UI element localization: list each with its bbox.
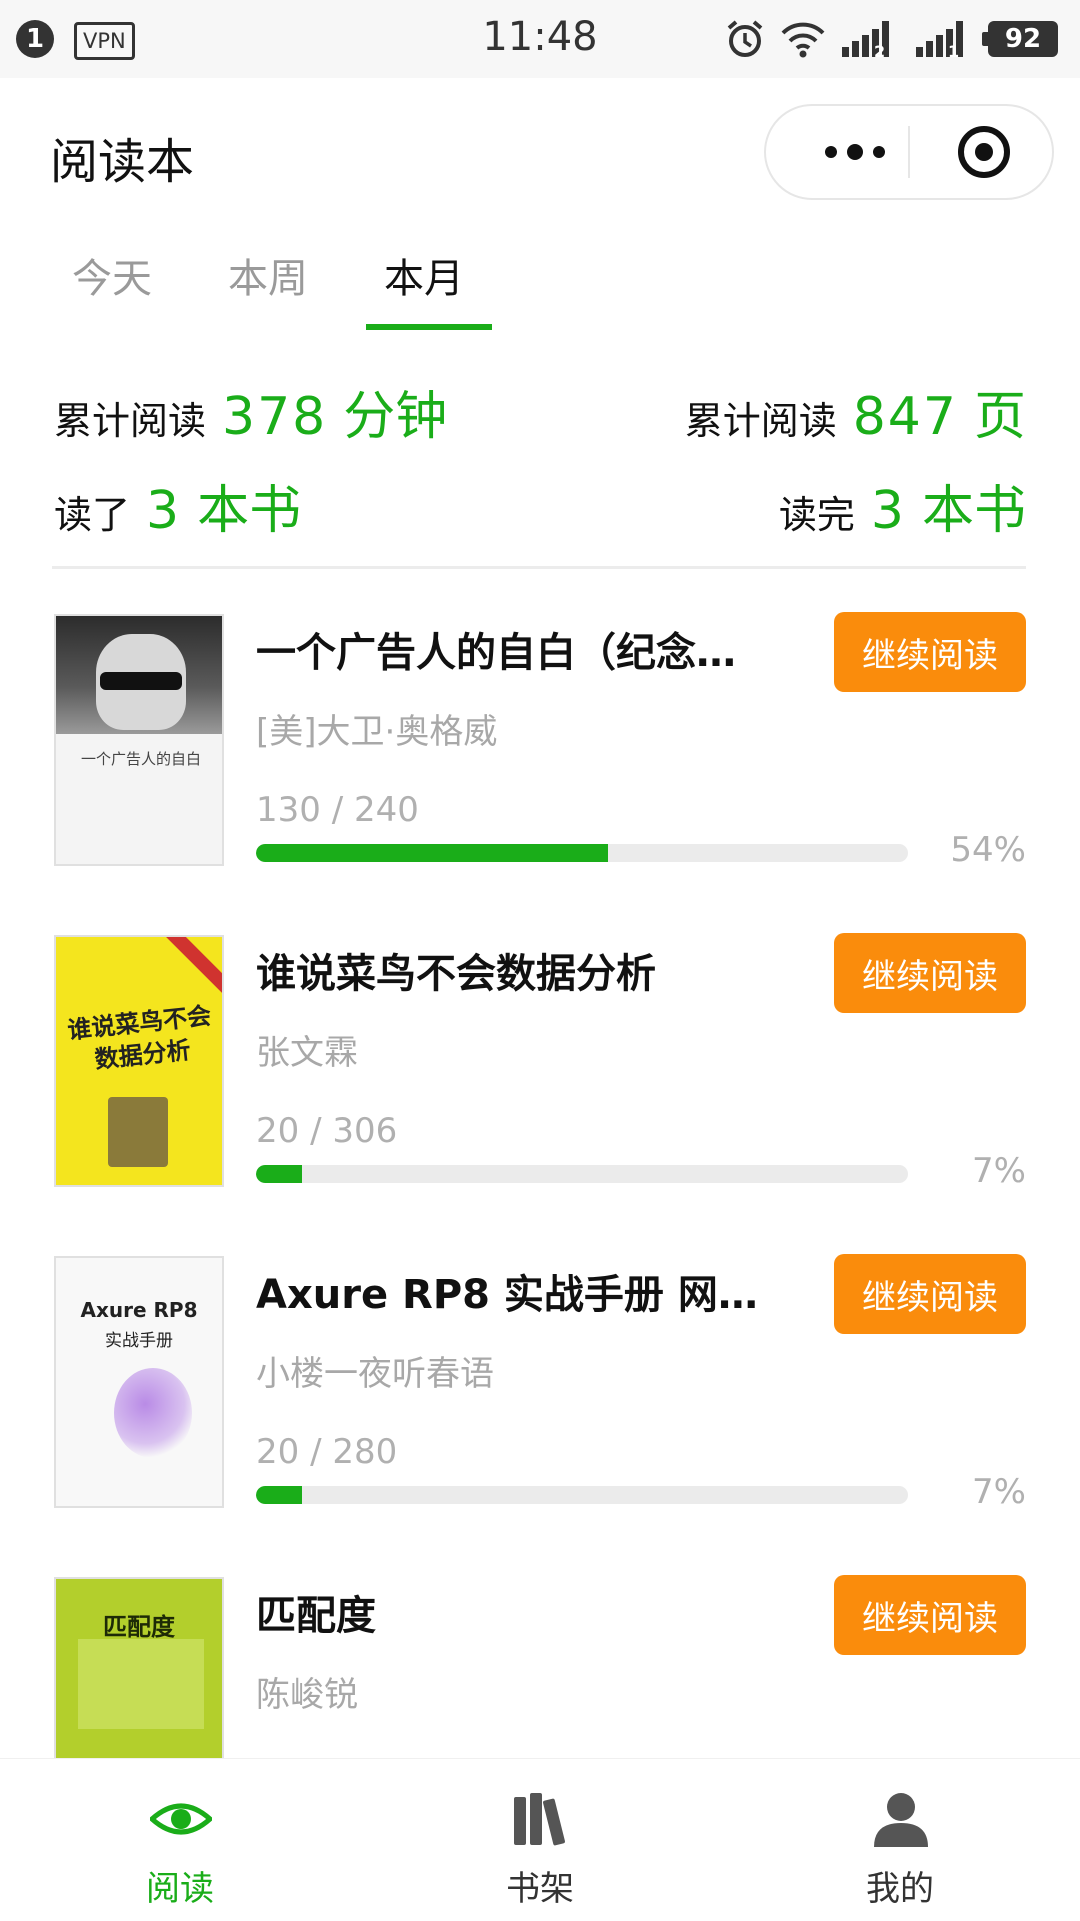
- capsule-divider: [908, 126, 910, 178]
- progress-bar: [256, 1486, 908, 1504]
- book-title[interactable]: 匹配度: [256, 1583, 776, 1641]
- book-pages: 20 / 306: [256, 1111, 398, 1151]
- status-icons: 2 1 92: [724, 16, 1058, 62]
- book-title[interactable]: 一个广告人的自白（纪念…: [256, 620, 776, 678]
- book-author: 张文霖: [256, 1033, 358, 1073]
- book-pages: 20 / 280: [256, 1432, 398, 1472]
- book-author: 陈峻锐: [256, 1675, 358, 1715]
- bottom-tab-bar: 阅读 书架 我的: [0, 1758, 1080, 1921]
- tabbar-label: 书架: [506, 1869, 574, 1909]
- period-tabs: 今天 本周 本月: [0, 224, 1080, 334]
- signal-sim-2-icon: 2: [840, 19, 900, 61]
- tab-this-week[interactable]: 本周: [228, 246, 308, 304]
- progress-bar: [256, 844, 908, 862]
- navigation-header: 阅读本: [0, 78, 1080, 224]
- alarm-icon: [727, 20, 763, 57]
- continue-reading-button[interactable]: 继续阅读: [834, 612, 1026, 692]
- tabbar-label: 我的: [866, 1869, 934, 1909]
- stat-books-finished-unit: 本书: [921, 481, 1026, 541]
- progress-percent: 7%: [972, 1472, 1026, 1512]
- book-item[interactable]: 谁说菜鸟不会数据分析 谁说菜鸟不会数据分析 张文霖 20 / 306 7% 继续…: [0, 891, 1080, 1211]
- book-title[interactable]: 谁说菜鸟不会数据分析: [256, 941, 776, 999]
- active-tab-indicator: [366, 324, 492, 330]
- page-title: 阅读本: [50, 134, 195, 190]
- tabbar-item-bookshelf[interactable]: 书架: [360, 1759, 720, 1921]
- tab-today[interactable]: 今天: [72, 246, 152, 304]
- stat-books-read-value: 3: [146, 481, 182, 541]
- book-item[interactable]: Axure RP8 实战手册 Axure RP8 实战手册 网… 小楼一夜听春语…: [0, 1212, 1080, 1532]
- tab-this-month[interactable]: 本月: [384, 246, 464, 304]
- battery-icon: 92: [982, 21, 1058, 57]
- book-cover[interactable]: 一个广告人的自白: [54, 614, 224, 866]
- book-list[interactable]: 一个广告人的自白 一个广告人的自白（纪念… [美]大卫·奥格威 130 / 24…: [0, 570, 1080, 1758]
- status-bar: 1 VPN 11:48 2 1 92: [0, 0, 1080, 78]
- stat-read-time-label: 累计阅读: [54, 399, 207, 443]
- continue-reading-button[interactable]: 继续阅读: [834, 1254, 1026, 1334]
- progress-fill: [256, 1486, 302, 1504]
- progress-fill: [256, 1165, 302, 1183]
- bookshelf-icon: [514, 1793, 565, 1846]
- stat-books-finished-value: 3: [870, 481, 906, 541]
- progress-percent: 7%: [972, 1151, 1026, 1191]
- book-pages: 130 / 240: [256, 790, 419, 830]
- book-cover[interactable]: 谁说菜鸟不会数据分析: [54, 935, 224, 1187]
- stat-pages-value: 847: [852, 387, 958, 447]
- stat-pages: 累计阅读 847 页: [685, 374, 1026, 449]
- book-cover[interactable]: 匹配度: [54, 1577, 224, 1758]
- book-item[interactable]: 匹配度 匹配度 陈峻锐 继续阅读: [0, 1533, 1080, 1758]
- continue-reading-button[interactable]: 继续阅读: [834, 933, 1026, 1013]
- svg-text:1: 1: [948, 42, 959, 59]
- book-item[interactable]: 一个广告人的自白 一个广告人的自白（纪念… [美]大卫·奥格威 130 / 24…: [0, 570, 1080, 890]
- stat-books-read-label: 读了: [54, 493, 131, 537]
- stat-books-read-unit: 本书: [197, 481, 302, 541]
- eye-icon: [150, 1803, 212, 1835]
- stat-pages-unit: 页: [973, 387, 1026, 447]
- stat-books-read: 读了 3 本书: [54, 468, 301, 543]
- user-icon: [874, 1793, 928, 1847]
- progress-bar: [256, 1165, 908, 1183]
- more-options-icon[interactable]: [806, 130, 904, 174]
- signal-sim-1-icon: 1: [914, 19, 974, 61]
- progress-percent: 54%: [950, 830, 1026, 870]
- stat-pages-label: 累计阅读: [684, 399, 837, 443]
- stat-books-finished: 读完 3 本书: [779, 468, 1026, 543]
- book-author: 小楼一夜听春语: [256, 1354, 494, 1394]
- progress-fill: [256, 844, 609, 862]
- stat-read-time-unit: 分钟: [343, 387, 448, 447]
- tabbar-item-profile[interactable]: 我的: [720, 1759, 1080, 1921]
- stat-read-time: 累计阅读 378 分钟: [54, 374, 447, 449]
- book-title[interactable]: Axure RP8 实战手册 网…: [256, 1262, 776, 1320]
- tabbar-label: 阅读: [146, 1869, 214, 1909]
- stats-divider: [52, 566, 1026, 569]
- book-cover[interactable]: Axure RP8 实战手册: [54, 1256, 224, 1508]
- wifi-icon: [781, 22, 825, 58]
- close-mini-program-icon[interactable]: [958, 126, 1010, 178]
- continue-reading-button[interactable]: 继续阅读: [834, 1575, 1026, 1655]
- stat-read-time-value: 378: [222, 387, 328, 447]
- book-author: [美]大卫·奥格威: [256, 712, 498, 752]
- svg-text:2: 2: [874, 42, 885, 59]
- tabbar-item-reading[interactable]: 阅读: [0, 1759, 360, 1921]
- stat-books-finished-label: 读完: [778, 493, 855, 537]
- mini-program-capsule: [764, 104, 1054, 200]
